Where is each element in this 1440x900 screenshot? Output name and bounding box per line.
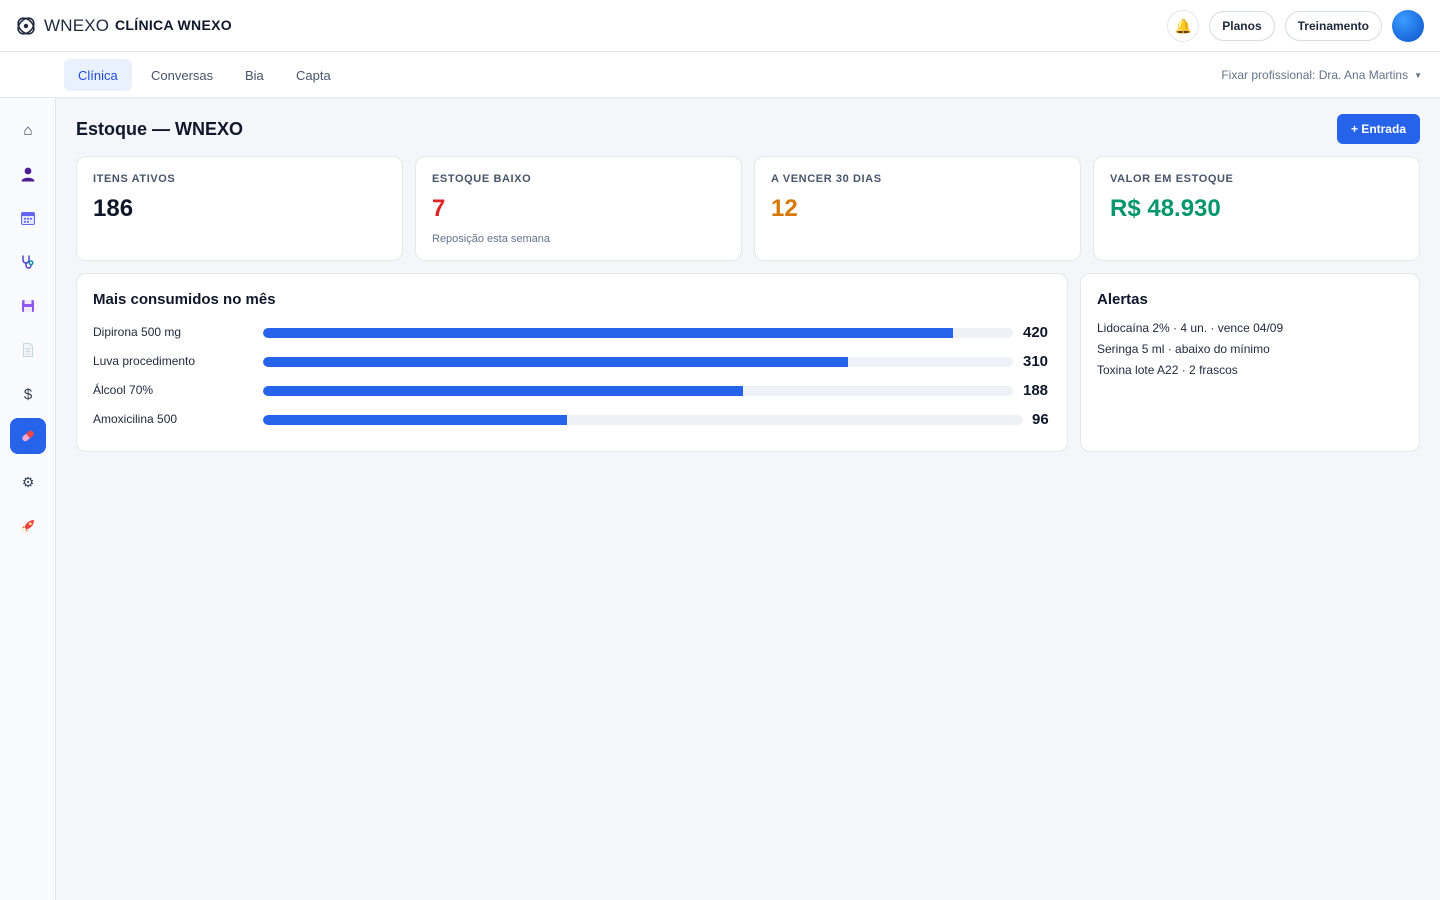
kpi-card-expiring: A VENCER 30 DIAS 12 — [754, 156, 1081, 261]
item-quantity: 96 — [1032, 411, 1049, 428]
tab-bia[interactable]: Bia — [231, 59, 278, 91]
sidebar-item-inventory[interactable] — [10, 418, 46, 454]
sidebar-item-agenda[interactable] — [10, 200, 46, 236]
rocket-icon — [22, 520, 34, 532]
fix-professional-label: Fixar profissional: Dra. Ana Martins — [1221, 68, 1409, 82]
chevron-down-icon: ▼ — [1414, 70, 1422, 80]
save-icon — [22, 300, 34, 312]
pill-icon — [22, 430, 34, 442]
gear-icon: ⚙ — [21, 474, 35, 490]
plans-button[interactable]: Planos — [1209, 11, 1275, 41]
document-icon — [23, 343, 33, 357]
main-nav: Clínica Conversas Bia Capta Fixar profis… — [0, 52, 1440, 98]
training-button[interactable]: Treinamento — [1284, 11, 1382, 41]
sidebar-item-launch[interactable] — [10, 508, 46, 544]
bar-fill — [263, 386, 743, 396]
bar-track — [263, 357, 1013, 367]
kpi-card-active-items: ITENS ATIVOS 186 — [76, 156, 403, 261]
stethoscope-icon — [22, 255, 34, 269]
sidebar-item-finance[interactable]: $ — [10, 376, 46, 412]
kpi-label: VALOR EM ESTOQUE — [1110, 173, 1234, 185]
logo-text: WNEXO — [44, 16, 110, 35]
bar-track — [263, 386, 1013, 396]
most-consumed-card: Mais consumidos no mês Dipirona 500 mg 4… — [76, 273, 1068, 452]
section-title: Mais consumidos no mês — [93, 291, 276, 308]
header-actions: 🔔 Planos Treinamento — [1167, 10, 1424, 42]
avatar[interactable] — [1392, 10, 1424, 42]
bar-fill — [263, 328, 953, 338]
sidebar: ⌂ $ ⚙ — [0, 98, 56, 900]
consumption-row: Álcool 70% 188 — [93, 381, 1053, 401]
calendar-icon — [21, 212, 35, 225]
kpi-card-low-stock: ESTOQUE BAIXO 7 Reposição esta semana — [415, 156, 742, 261]
item-name: Luva procedimento — [93, 354, 196, 368]
notifications-button[interactable]: 🔔 — [1167, 10, 1200, 42]
item-name: Álcool 70% — [93, 383, 154, 397]
kpi-label: A VENCER 30 DIAS — [771, 173, 882, 185]
bar-track — [263, 415, 1023, 425]
sidebar-item-consultations[interactable] — [10, 244, 46, 280]
alerts-card: Alertas Lidocaína 2% · 4 un. · vence 04/… — [1080, 273, 1420, 452]
alert-item[interactable]: Toxina lote A22 · 2 frascos — [1097, 363, 1238, 377]
sidebar-item-records[interactable] — [10, 288, 46, 324]
section-title: Alertas — [1097, 291, 1148, 308]
tab-capta[interactable]: Capta — [282, 59, 345, 91]
bell-icon: 🔔 — [1174, 17, 1192, 34]
tab-clinica[interactable]: Clínica — [64, 59, 132, 91]
fix-professional-select[interactable]: Fixar profissional: Dra. Ana Martins ▼ — [1221, 68, 1422, 82]
kpi-card-stock-value: VALOR EM ESTOQUE R$ 48.930 — [1093, 156, 1420, 261]
tab-conversas[interactable]: Conversas — [137, 59, 227, 91]
page-title: Estoque — WNEXO — [76, 119, 244, 139]
top-header: WNEXO CLÍNICA WNEXO 🔔 Planos Treinamento — [0, 0, 1440, 52]
kpi-subtitle: Reposição esta semana — [432, 233, 551, 245]
item-name: Dipirona 500 mg — [93, 325, 182, 339]
bar-track — [263, 328, 1013, 338]
item-name: Amoxicilina 500 — [93, 412, 178, 426]
bar-fill — [263, 357, 848, 367]
dollar-icon: $ — [23, 385, 33, 403]
consumption-row: Amoxicilina 500 96 — [93, 410, 1053, 430]
sidebar-item-settings[interactable]: ⚙ — [10, 464, 46, 500]
bar-fill — [263, 415, 567, 425]
sidebar-item-documents[interactable] — [10, 332, 46, 368]
kpi-value: 186 — [93, 195, 134, 222]
kpi-label: ESTOQUE BAIXO — [432, 173, 532, 185]
alert-item[interactable]: Seringa 5 ml · abaixo do mínimo — [1097, 342, 1270, 356]
logo-mark-icon — [17, 17, 35, 35]
user-icon — [21, 167, 35, 182]
consumption-row: Luva procedimento 310 — [93, 352, 1053, 372]
item-quantity: 420 — [1023, 324, 1049, 341]
consumption-row: Dipirona 500 mg 420 — [93, 323, 1053, 343]
logo[interactable]: WNEXO — [14, 12, 109, 40]
sidebar-item-home[interactable]: ⌂ — [10, 112, 46, 148]
item-quantity: 310 — [1023, 353, 1049, 370]
clinic-name: CLÍNICA WNEXO — [115, 17, 232, 33]
kpi-value: 7 — [432, 195, 446, 222]
item-quantity: 188 — [1023, 382, 1049, 399]
add-entry-button[interactable]: + Entrada — [1336, 114, 1420, 144]
kpi-value: R$ 48.930 — [1110, 195, 1221, 222]
kpi-value: 12 — [771, 195, 798, 222]
kpi-label: ITENS ATIVOS — [93, 173, 176, 185]
home-icon: ⌂ — [23, 121, 33, 139]
sidebar-item-patients[interactable] — [10, 156, 46, 192]
alert-item[interactable]: Lidocaína 2% · 4 un. · vence 04/09 — [1097, 321, 1283, 335]
